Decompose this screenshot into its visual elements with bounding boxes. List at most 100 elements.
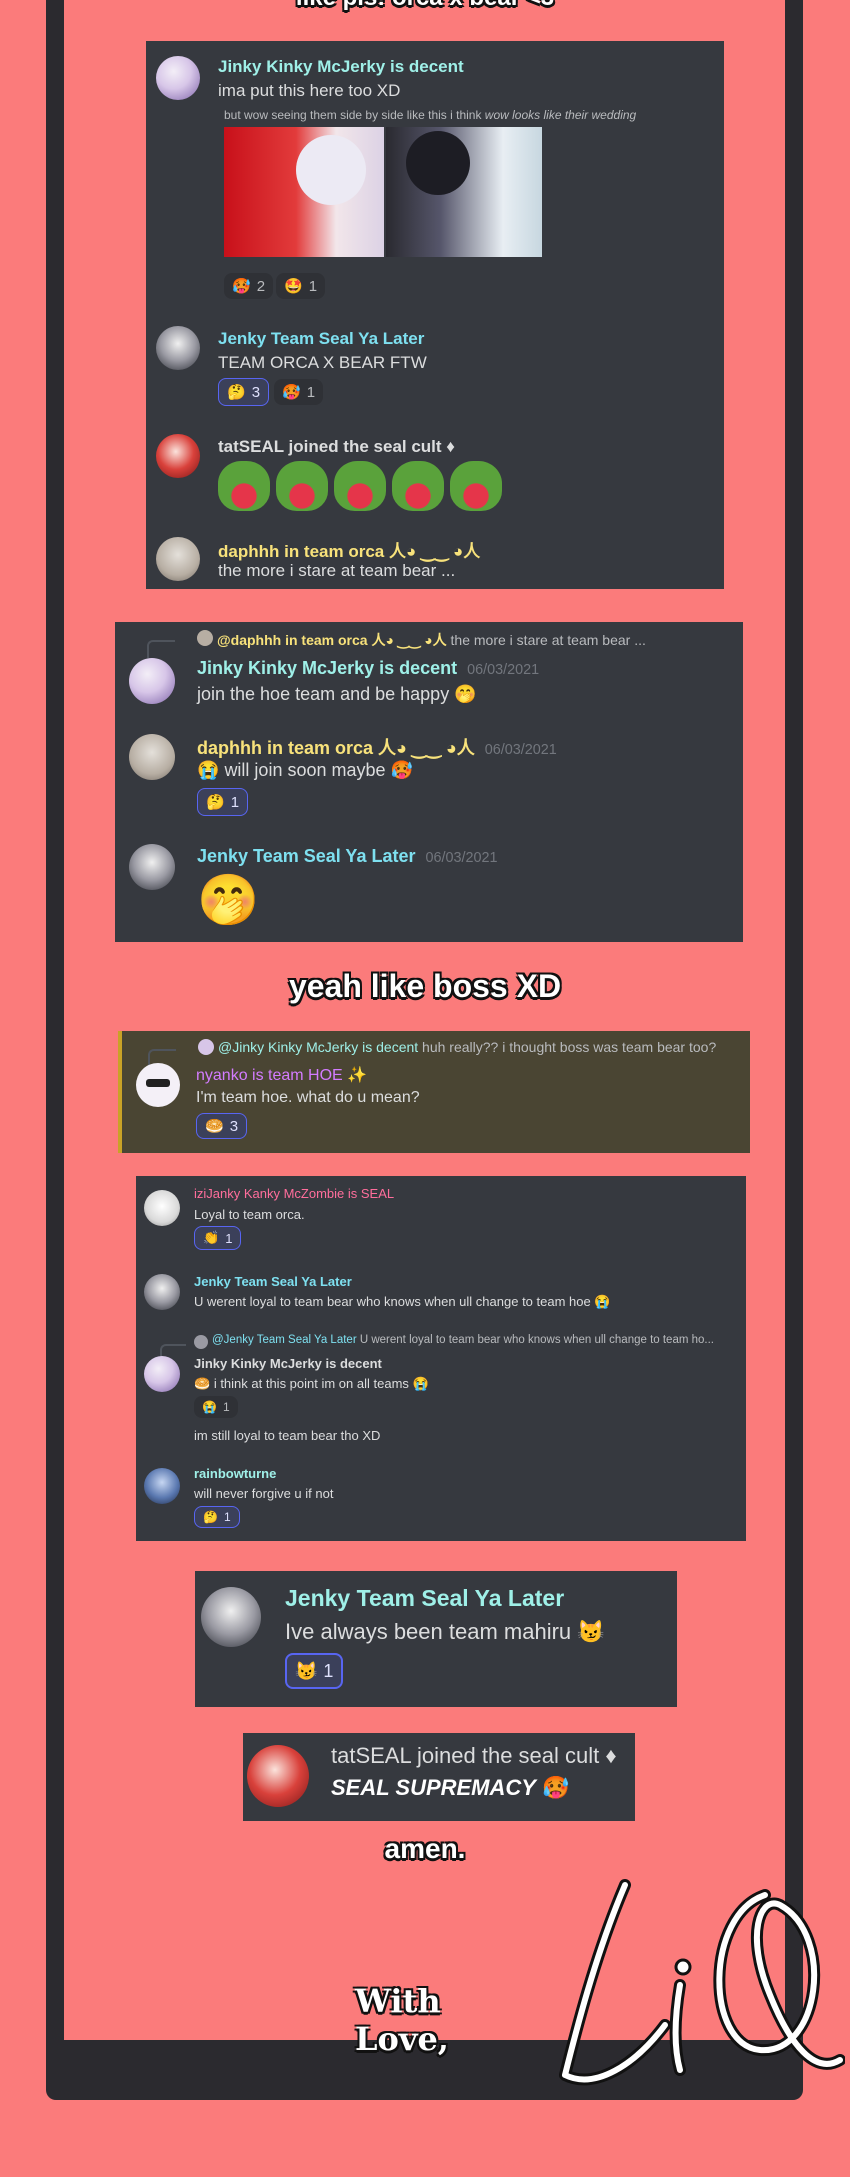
reply-preview[interactable]: @daphhh in team orca 人◕ ‿‿ ◕人 the more i… [217,630,646,650]
author-name[interactable]: Jenky Team Seal Ya Later [218,329,424,349]
reaction-pill[interactable]: 👏 1 [194,1226,242,1250]
author-name-text: Jinky Kinky McJerky is decent [197,658,458,678]
reaction-count: 1 [225,1230,233,1246]
reaction-pill[interactable]: 😼 1 [285,1653,344,1689]
pepe-sticker-icon [392,461,444,511]
chat-panel-3: @Jinky Kinky McJerky is decent huh reall… [118,1031,750,1153]
author-name[interactable]: daphhh in team orca 人◕ ‿‿ ◕人 06/03/2021 [197,734,557,760]
reaction-emoji: 😭 [202,1400,217,1414]
reaction-pill[interactable]: 🤔 1 [194,1506,240,1528]
chat-panel-1: Jinky Kinky McJerky is decent ima put th… [146,41,724,589]
reaction-pill[interactable]: 🥵 1 [274,379,324,405]
reaction-pill[interactable]: 🥯 3 [196,1113,248,1139]
author-name[interactable]: daphhh in team orca 人◕ ‿‿ ◕人 [218,537,480,562]
sticker-row [218,461,508,511]
smirking-cat-emoji-icon: 😼 [577,1619,605,1644]
avatar[interactable] [156,537,200,581]
reaction-pill[interactable]: 🤔 1 [197,788,249,816]
top-caption: like pls! orca x bear <3 [0,0,850,12]
message-text: join the hoe team and be happy 🤭 [197,684,477,705]
avatar[interactable] [144,1274,180,1310]
message-text: the more i stare at team bear ... [218,561,456,580]
author-name[interactable]: Jenky Team Seal Ya Later 06/03/2021 [197,846,498,867]
attached-image-left[interactable] [224,127,384,257]
avatar[interactable] [136,1063,180,1107]
message-text-content: U werent loyal to team bear who knows wh… [194,1294,591,1309]
author-name[interactable]: iziJanky Kanky McZombie is SEAL [194,1186,394,1201]
message-text: 🥯 i think at this point im on all teams … [194,1376,429,1392]
message-text: TEAM ORCA X BEAR FTW [218,353,427,372]
reaction-emoji: 🤩 [284,278,303,295]
signature-liq-logo [559,1879,845,2086]
author-name-text: Jenky Team Seal Ya Later [197,846,416,866]
message-subtext: but wow seeing them side by side like th… [224,108,636,122]
reply-preview[interactable]: @Jenky Team Seal Ya Later U werent loyal… [212,1334,714,1346]
pepe-sticker-icon [276,461,328,511]
hot-face-emoji-icon: 🥵 [390,760,413,780]
author-name[interactable]: tatSEAL joined the seal cult ♦ [218,437,455,457]
reply-snippet: huh really?? i thought boss was team bea… [422,1039,717,1055]
avatar[interactable] [156,326,200,370]
reaction-count: 1 [308,277,318,295]
author-name[interactable]: rainbowturne [194,1466,276,1481]
reply-connector [147,640,175,658]
reaction-emoji: 😼 [295,1660,318,1681]
avatar[interactable] [144,1468,180,1504]
crying-emoji-icon: 😭 [197,760,220,780]
message-text-content: SEAL SUPREMACY [331,1775,536,1800]
frame-right-border [785,0,803,2060]
reaction-pill[interactable]: 🤩 1 [276,273,326,299]
timestamp: 06/03/2021 [425,850,498,866]
avatar[interactable] [156,56,200,100]
message-text-content: i think at this point im on all teams [213,1376,409,1391]
reaction-pill[interactable]: 🥵 2 [224,273,274,299]
reply-snippet: the more i stare at team bear ... [450,632,646,648]
big-hand-over-mouth-emoji-icon: 🤭 [197,872,260,928]
author-name[interactable]: Jinky Kinky McJerky is decent [194,1356,382,1371]
author-name[interactable]: Jenky Team Seal Ya Later [285,1585,564,1612]
avatar[interactable] [156,434,200,478]
message-text: SEAL SUPREMACY 🥵 [331,1775,570,1801]
message-text-content: join the hoe team and be happy [197,684,450,704]
reaction-pill[interactable]: 🤔 3 [218,378,270,406]
sparkles-icon: ✨ [347,1067,368,1084]
reaction-count: 3 [251,383,261,401]
author-name[interactable]: tatSEAL joined the seal cult ♦ [331,1743,617,1769]
message-text: U werent loyal to team bear who knows wh… [194,1294,611,1310]
avatar[interactable] [247,1745,309,1807]
reaction-pill[interactable]: 😭 1 [194,1396,238,1418]
avatar[interactable] [129,844,175,890]
reply-author: @Jinky Kinky McJerky is decent [218,1039,419,1055]
avatar[interactable] [129,734,175,780]
image-figure [406,131,470,195]
message-text: 😭 will join soon maybe 🥵 [197,760,413,781]
avatar-face [146,1079,170,1087]
author-name[interactable]: Jinky Kinky McJerky is decent 06/03/2021 [197,658,539,679]
pepe-sticker-icon [218,461,270,511]
reaction-count: 1 [223,1510,231,1524]
reply-preview[interactable]: @Jinky Kinky McJerky is decent huh reall… [218,1039,716,1055]
author-name[interactable]: Jinky Kinky McJerky is decent [218,57,464,77]
subtext-plain: but wow seeing them side by side like th… [224,108,485,122]
signoff-text: With Love, [355,1982,449,2058]
reply-author: @Jenky Team Seal Ya Later [212,1334,357,1346]
timestamp: 06/03/2021 [484,742,557,758]
reply-avatar [197,630,213,646]
message-text: Loyal to team orca. [194,1207,305,1222]
avatar[interactable] [129,658,175,704]
author-name[interactable]: Jenky Team Seal Ya Later [194,1274,352,1289]
timestamp: 06/03/2021 [467,662,540,678]
bagel-emoji-icon: 🥯 [194,1376,211,1391]
avatar[interactable] [144,1356,180,1392]
author-name[interactable]: nyanko is team HOE ✨ [196,1065,367,1085]
reaction-count: 1 [306,383,316,401]
chat-panel-2: @daphhh in team orca 人◕ ‿‿ ◕人 the more i… [115,622,743,942]
attached-image-right[interactable] [386,127,542,257]
avatar[interactable] [144,1190,180,1226]
avatar[interactable] [201,1587,261,1647]
pepe-sticker-icon [450,461,502,511]
message-text-content: Ive always been team mahiru [285,1619,572,1644]
subtext-italic: wow looks like their wedding [484,108,637,122]
reply-avatar [198,1039,214,1055]
caption-yeah-like-boss: yeah like boss XD [288,968,562,1004]
